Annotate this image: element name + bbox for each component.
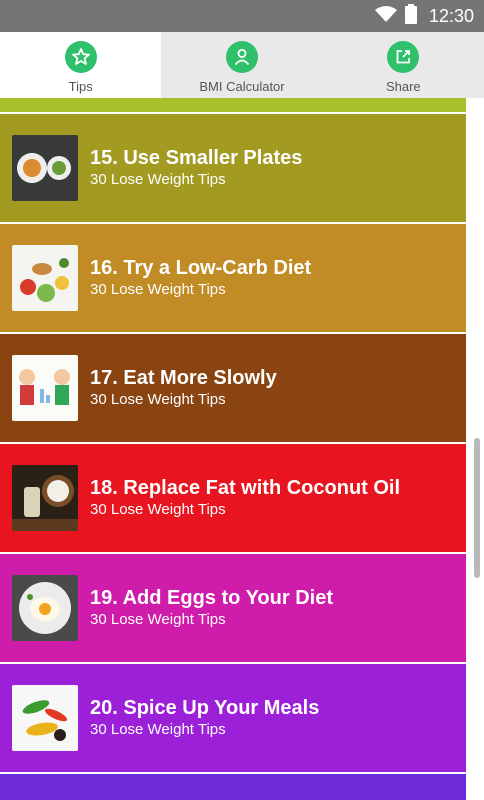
item-subtitle: 30 Lose Weight Tips xyxy=(90,391,226,408)
scrollbar[interactable] xyxy=(474,438,480,578)
coconut-oil-thumbnail xyxy=(12,465,78,531)
tab-bmi-calculator[interactable]: BMI Calculator xyxy=(161,32,322,98)
item-subtitle: 30 Lose Weight Tips xyxy=(90,281,226,298)
eggs-thumbnail xyxy=(12,575,78,641)
plates-thumbnail xyxy=(12,135,78,201)
star-icon xyxy=(64,41,97,73)
item-subtitle: 30 Lose Weight Tips xyxy=(90,171,226,188)
share-icon xyxy=(387,41,420,73)
item-title: 16. Try a Low-Carb Diet xyxy=(90,257,312,279)
status-time: 12:30 xyxy=(428,5,474,26)
battery-icon xyxy=(404,3,417,29)
person-icon xyxy=(225,41,258,73)
list-item[interactable]: 17. Eat More Slowly 30 Lose Weight Tips xyxy=(0,334,466,444)
item-subtitle: 30 Lose Weight Tips xyxy=(90,611,226,628)
item-title: 19. Add Eggs to Your Diet xyxy=(90,587,333,609)
tab-label: Tips xyxy=(68,79,93,94)
low-carb-foods-thumbnail xyxy=(12,245,78,311)
item-title: 20. Spice Up Your Meals xyxy=(90,697,320,719)
item-title: 15. Use Smaller Plates xyxy=(90,147,303,169)
list-item[interactable]: 20. Spice Up Your Meals 30 Lose Weight T… xyxy=(0,664,466,774)
item-title: 17. Eat More Slowly xyxy=(90,367,277,389)
eating-slowly-thumbnail xyxy=(12,355,78,421)
wifi-icon xyxy=(374,5,397,27)
list-item[interactable]: 16. Try a Low-Carb Diet 30 Lose Weight T… xyxy=(0,224,466,334)
spices-thumbnail xyxy=(12,685,78,751)
tab-label: Share xyxy=(385,79,421,94)
list-item-partial[interactable] xyxy=(0,98,466,114)
item-title: 18. Replace Fat with Coconut Oil xyxy=(90,477,401,499)
tab-label: BMI Calculator xyxy=(199,79,285,94)
tips-list[interactable]: 15. Use Smaller Plates 30 Lose Weight Ti… xyxy=(0,98,466,800)
list-item[interactable]: 18. Replace Fat with Coconut Oil 30 Lose… xyxy=(0,444,466,554)
list-item[interactable]: 19. Add Eggs to Your Diet 30 Lose Weight… xyxy=(0,554,466,664)
item-subtitle: 30 Lose Weight Tips xyxy=(90,721,226,738)
status-bar: 12:30 xyxy=(0,0,484,32)
list-item-partial[interactable] xyxy=(0,774,466,800)
tab-bar: Tips BMI Calculator Share xyxy=(0,32,484,98)
list-item[interactable]: 15. Use Smaller Plates 30 Lose Weight Ti… xyxy=(0,114,466,224)
item-subtitle: 30 Lose Weight Tips xyxy=(90,501,226,518)
tab-share[interactable]: Share xyxy=(323,32,484,98)
tab-tips[interactable]: Tips xyxy=(0,32,162,98)
